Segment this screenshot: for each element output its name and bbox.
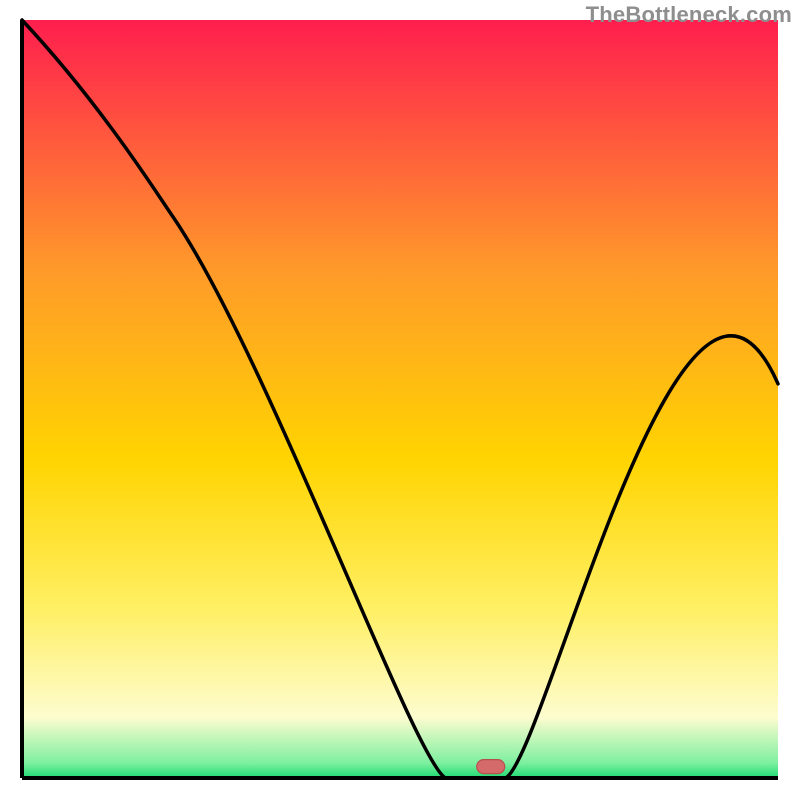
optimal-marker	[477, 760, 505, 774]
bottleneck-chart	[0, 0, 800, 800]
watermark-text: TheBottleneck.com	[586, 2, 792, 28]
chart-container: TheBottleneck.com	[0, 0, 800, 800]
